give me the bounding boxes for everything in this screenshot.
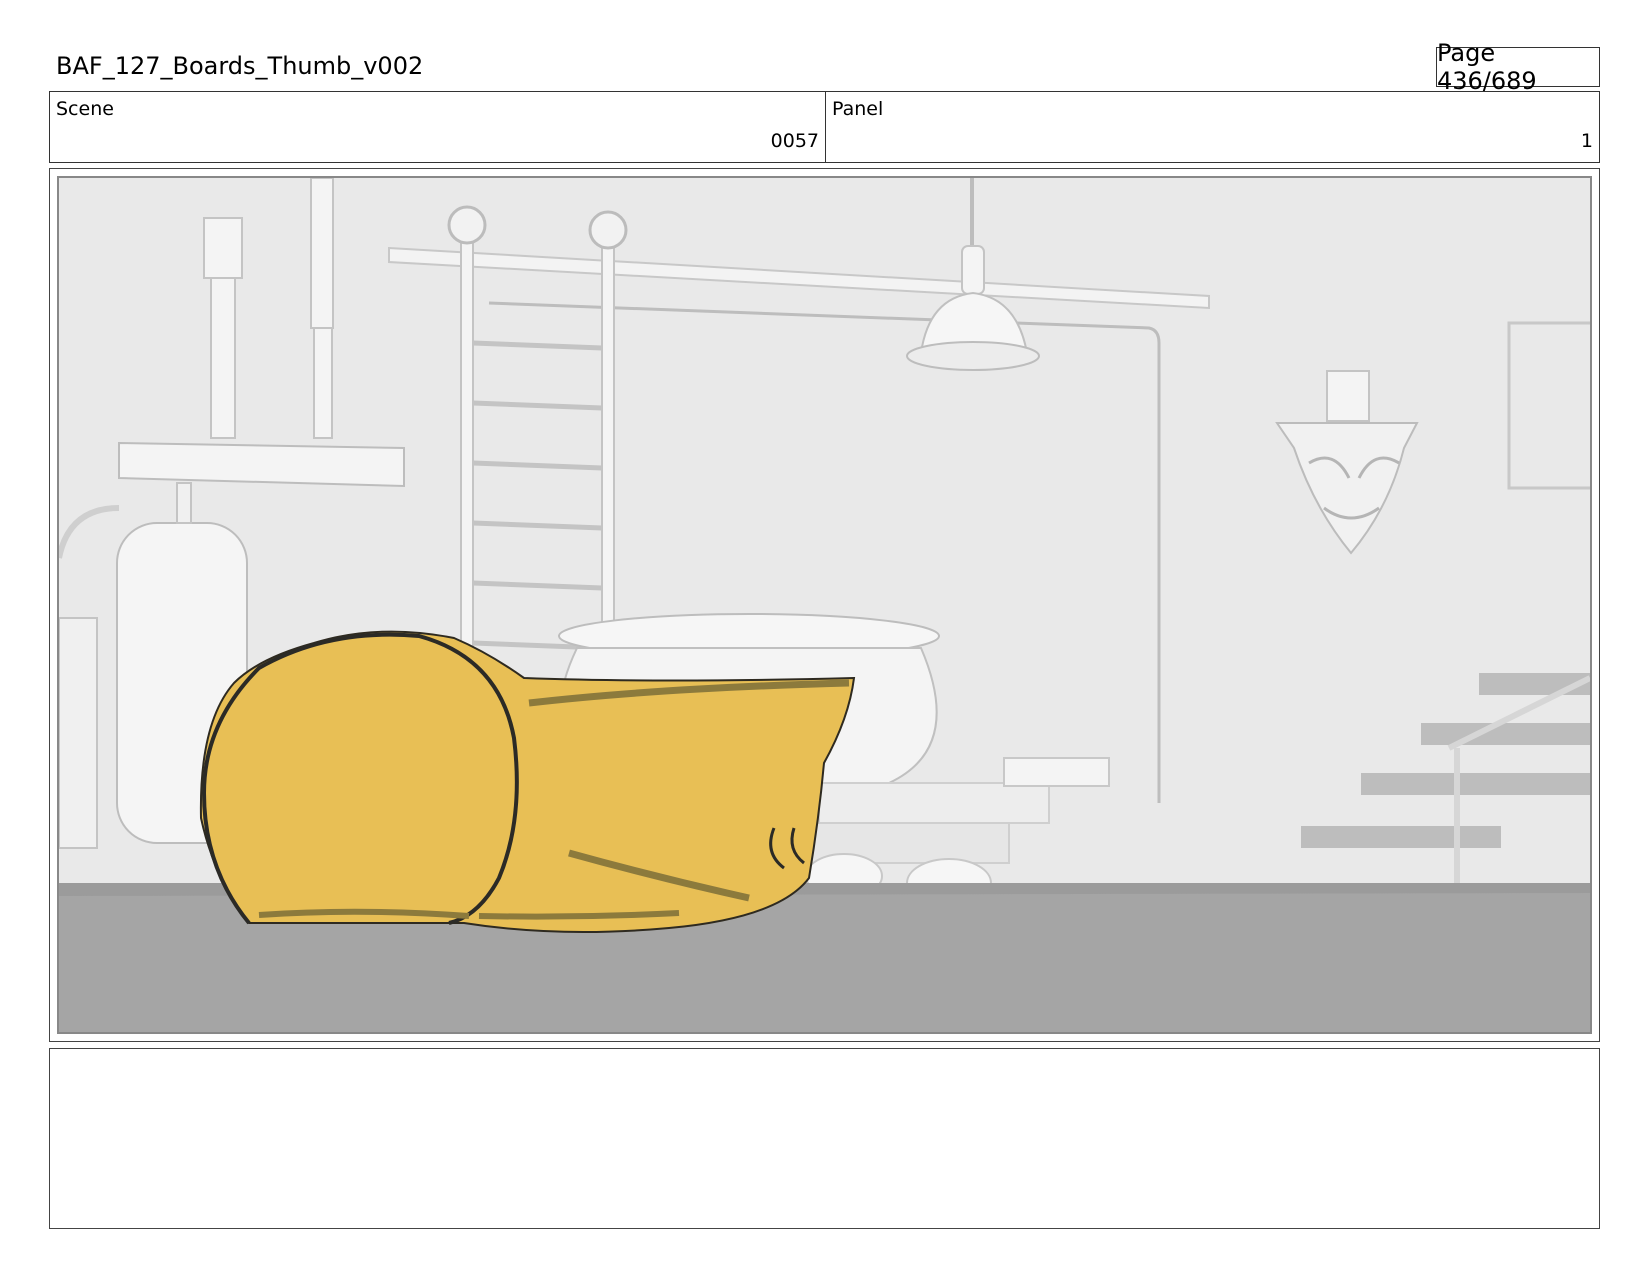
panel-cell: Panel 1 (826, 92, 1599, 162)
page-counter: Page 436/689 (1436, 39, 1600, 95)
scene-number: 0057 (770, 130, 819, 152)
panel-number: 1 (1580, 130, 1593, 152)
scene-cell: Scene 0057 (50, 92, 826, 162)
scene-panel-info-row: Scene 0057 Panel 1 (49, 91, 1600, 163)
storyboard-frame (49, 168, 1600, 1042)
panel-notes-box (49, 1048, 1600, 1229)
scene-illustration (59, 178, 1590, 1032)
scene-label: Scene (56, 98, 114, 120)
panel-label: Panel (832, 98, 884, 120)
storyboard-image (57, 176, 1592, 1034)
document-title: BAF_127_Boards_Thumb_v002 (56, 52, 424, 80)
